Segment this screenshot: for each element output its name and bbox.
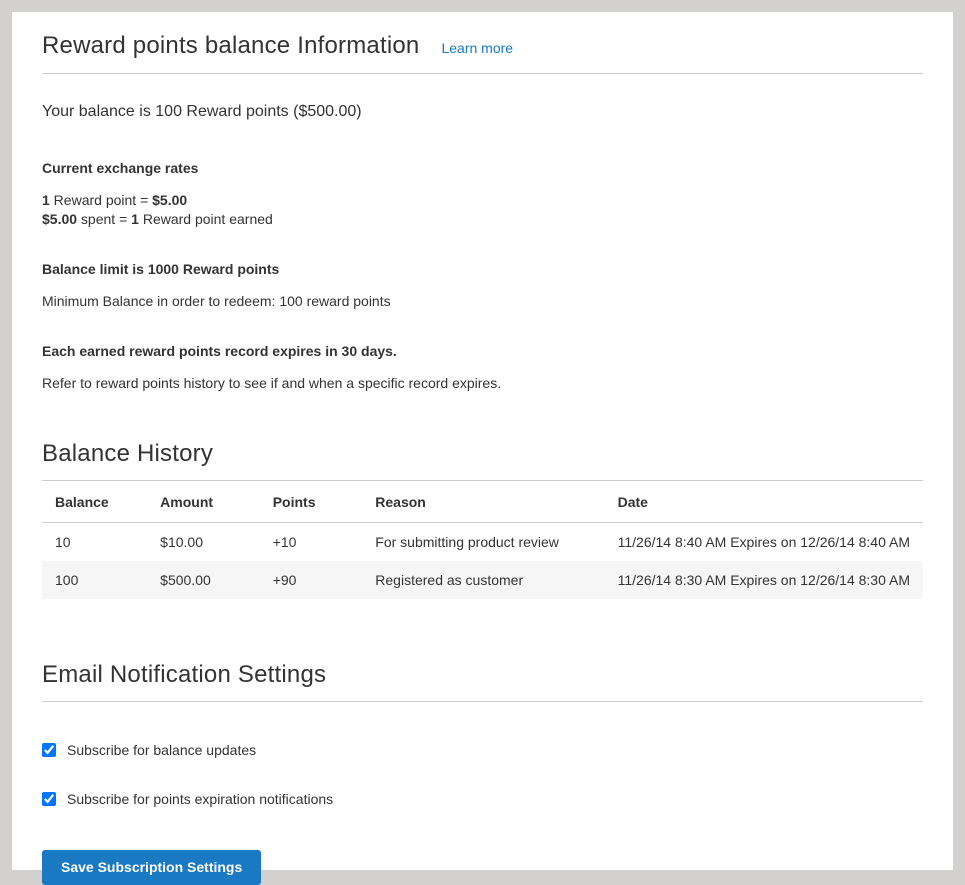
column-header-balance: Balance bbox=[42, 481, 147, 523]
column-header-amount: Amount bbox=[147, 481, 260, 523]
exchange-rate-line-1: 1 Reward point = $5.00 bbox=[42, 191, 923, 210]
cell-reason: For submitting product review bbox=[362, 523, 604, 562]
email-settings-title: Email Notification Settings bbox=[42, 661, 923, 689]
column-header-reason: Reason bbox=[362, 481, 604, 523]
column-header-date: Date bbox=[605, 481, 923, 523]
table-header-row: Balance Amount Points Reason Date bbox=[42, 481, 923, 523]
subscribe-expiration-field: Subscribe for points expiration notifica… bbox=[42, 791, 923, 807]
reward-points-card: Reward points balance Information Learn … bbox=[12, 12, 953, 870]
cell-balance: 10 bbox=[42, 523, 147, 562]
rate1-amount: $5.00 bbox=[152, 192, 187, 208]
learn-more-link[interactable]: Learn more bbox=[441, 40, 513, 56]
expiration-heading: Each earned reward points record expires… bbox=[42, 343, 923, 359]
exchange-rate-line-2: $5.00 spent = 1 Reward point earned bbox=[42, 210, 923, 229]
cell-amount: $10.00 bbox=[147, 523, 260, 562]
email-settings-header: Email Notification Settings bbox=[42, 661, 923, 702]
balance-limit-heading: Balance limit is 1000 Reward points bbox=[42, 261, 923, 277]
minimum-redeem-note: Minimum Balance in order to redeem: 100 … bbox=[42, 292, 923, 311]
cell-points: +10 bbox=[260, 523, 363, 562]
rate1-points: 1 bbox=[42, 192, 50, 208]
table-row: 100 $500.00 +90 Registered as customer 1… bbox=[42, 561, 923, 599]
page-title: Reward points balance Information bbox=[42, 32, 419, 60]
cell-date: 11/26/14 8:40 AM Expires on 12/26/14 8:4… bbox=[605, 523, 923, 562]
subscribe-balance-updates-field: Subscribe for balance updates bbox=[42, 742, 923, 758]
exchange-rates-heading: Current exchange rates bbox=[42, 160, 923, 176]
subscribe-expiration-label[interactable]: Subscribe for points expiration notifica… bbox=[67, 791, 333, 807]
cell-reason: Registered as customer bbox=[362, 561, 604, 599]
balance-history-table: Balance Amount Points Reason Date 10 $10… bbox=[42, 480, 923, 599]
subscribe-balance-updates-checkbox[interactable] bbox=[42, 743, 56, 757]
column-header-points: Points bbox=[260, 481, 363, 523]
rate1-text: Reward point = bbox=[50, 192, 152, 208]
cell-points: +90 bbox=[260, 561, 363, 599]
cell-amount: $500.00 bbox=[147, 561, 260, 599]
balance-summary: Your balance is 100 Reward points ($500.… bbox=[42, 101, 923, 123]
cell-date: 11/26/14 8:30 AM Expires on 12/26/14 8:3… bbox=[605, 561, 923, 599]
balance-history-title: Balance History bbox=[42, 440, 923, 468]
table-row: 10 $10.00 +10 For submitting product rev… bbox=[42, 523, 923, 562]
subscribe-balance-updates-label[interactable]: Subscribe for balance updates bbox=[67, 742, 256, 758]
rate2-text: spent = bbox=[77, 211, 131, 227]
page-header: Reward points balance Information Learn … bbox=[42, 32, 923, 74]
rate2-amount: $5.00 bbox=[42, 211, 77, 227]
expiration-note: Refer to reward points history to see if… bbox=[42, 374, 923, 393]
subscribe-expiration-checkbox[interactable] bbox=[42, 792, 56, 806]
rate2-rest: Reward point earned bbox=[139, 211, 273, 227]
rate2-points: 1 bbox=[131, 211, 139, 227]
cell-balance: 100 bbox=[42, 561, 147, 599]
save-subscription-settings-button[interactable]: Save Subscription Settings bbox=[42, 850, 261, 885]
exchange-rates-lines: 1 Reward point = $5.00 $5.00 spent = 1 R… bbox=[42, 191, 923, 229]
